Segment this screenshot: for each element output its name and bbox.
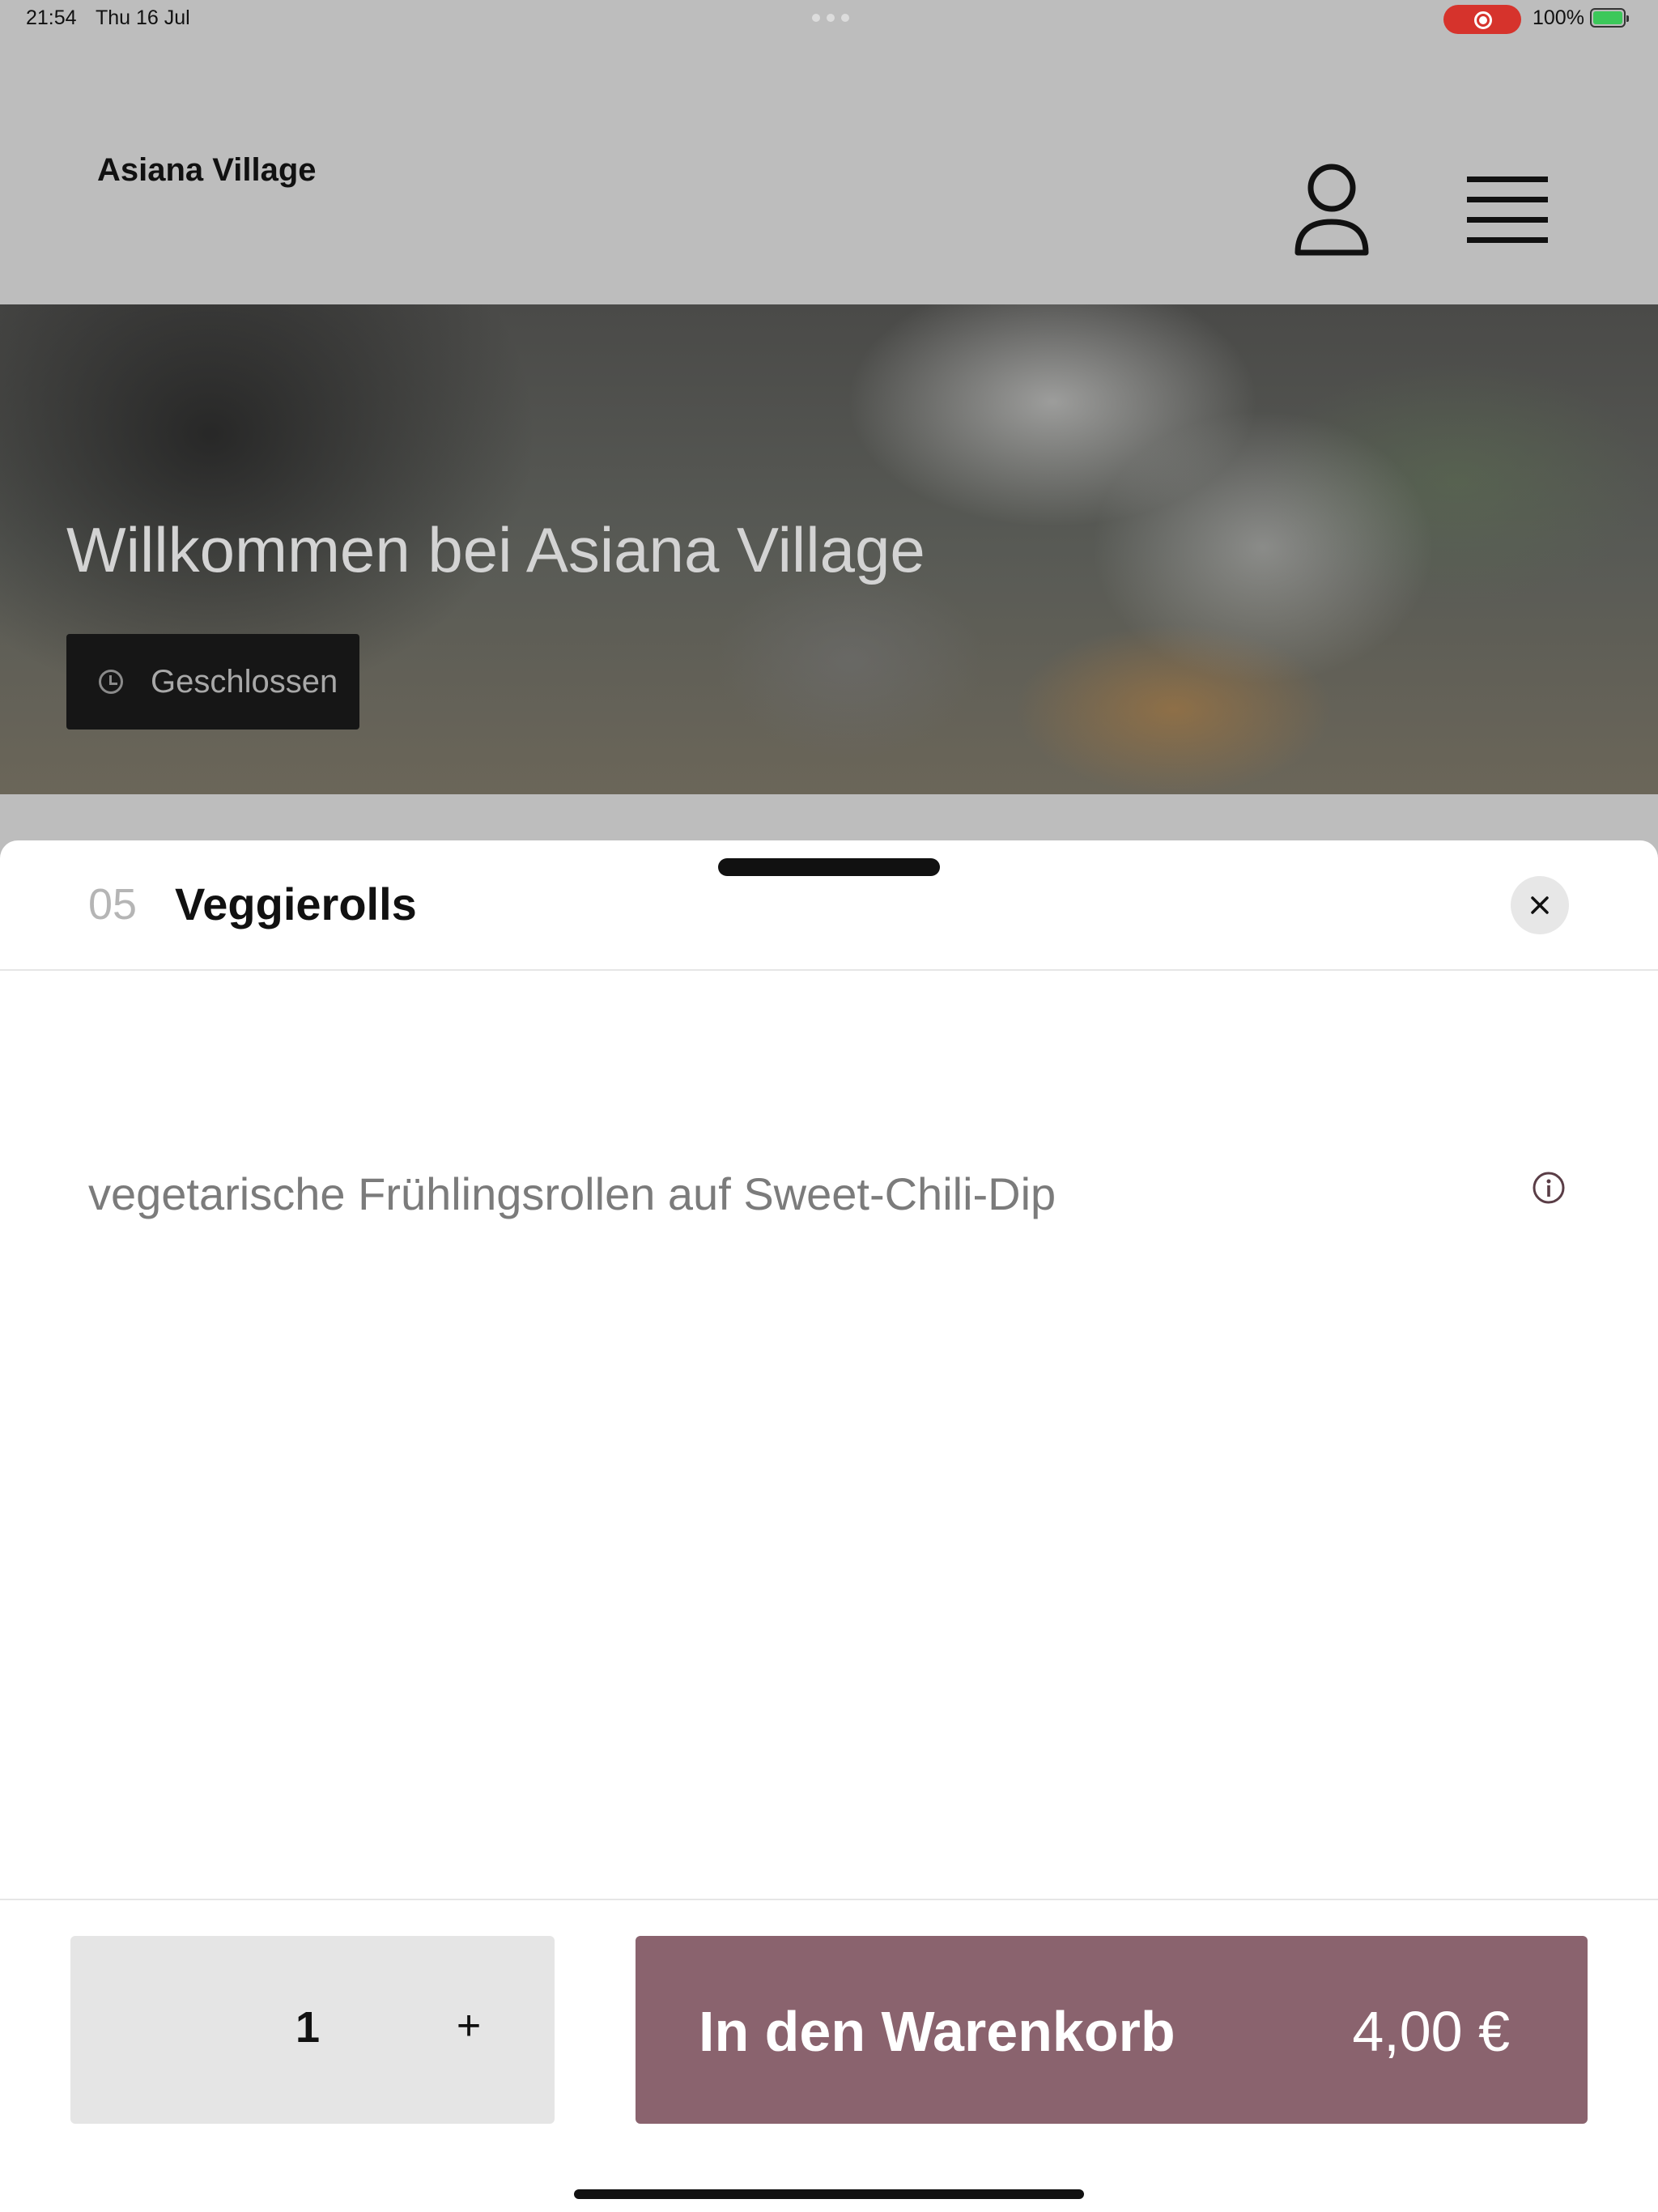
- info-icon[interactable]: [1532, 1171, 1566, 1205]
- item-description: vegetarische Frühlingsrollen auf Sweet-C…: [88, 1168, 1056, 1219]
- user-icon[interactable]: [1291, 162, 1372, 259]
- opening-status-label: Geschlossen: [151, 663, 338, 700]
- home-indicator[interactable]: [574, 2189, 1084, 2199]
- screen-recording-icon[interactable]: [1443, 5, 1521, 34]
- opening-status-badge: Geschlossen: [66, 634, 359, 730]
- status-time: 21:54: [26, 6, 77, 29]
- multitasking-dots-icon[interactable]: [812, 14, 849, 22]
- increase-quantity-button[interactable]: +: [444, 1997, 493, 2054]
- brand-name[interactable]: Asiana Village: [97, 152, 317, 189]
- item-title: Veggierolls: [175, 878, 417, 929]
- battery-icon: [1590, 8, 1629, 28]
- hero-title: Willkommen bei Asiana Village: [66, 514, 925, 585]
- close-button[interactable]: [1511, 876, 1569, 934]
- battery-percentage: 100%: [1533, 6, 1584, 29]
- hamburger-menu-icon[interactable]: [1464, 173, 1551, 246]
- hero-banner: Willkommen bei Asiana Village Geschlosse…: [0, 304, 1658, 794]
- item-price: 4,00 €: [1352, 2000, 1510, 2063]
- add-to-cart-button[interactable]: In den Warenkorb 4,00 €: [636, 1936, 1588, 2124]
- footer-divider: [0, 1899, 1658, 1900]
- clock-icon: [99, 670, 123, 694]
- site-header: Asiana Village: [0, 39, 1658, 304]
- status-bar: 21:54 Thu 16 Jul 100%: [0, 0, 1658, 39]
- header-divider: [0, 969, 1658, 971]
- close-icon: [1531, 896, 1549, 914]
- product-detail-sheet: 05 Veggierolls vegetarische Frühlingsrol…: [0, 840, 1658, 2212]
- add-to-cart-label: In den Warenkorb: [699, 2000, 1175, 2063]
- item-number: 05: [88, 880, 138, 929]
- status-date: Thu 16 Jul: [96, 6, 190, 29]
- sheet-grabber[interactable]: [718, 858, 940, 876]
- quantity-stepper: 1 +: [70, 1936, 555, 2124]
- quantity-value: 1: [295, 2003, 321, 2052]
